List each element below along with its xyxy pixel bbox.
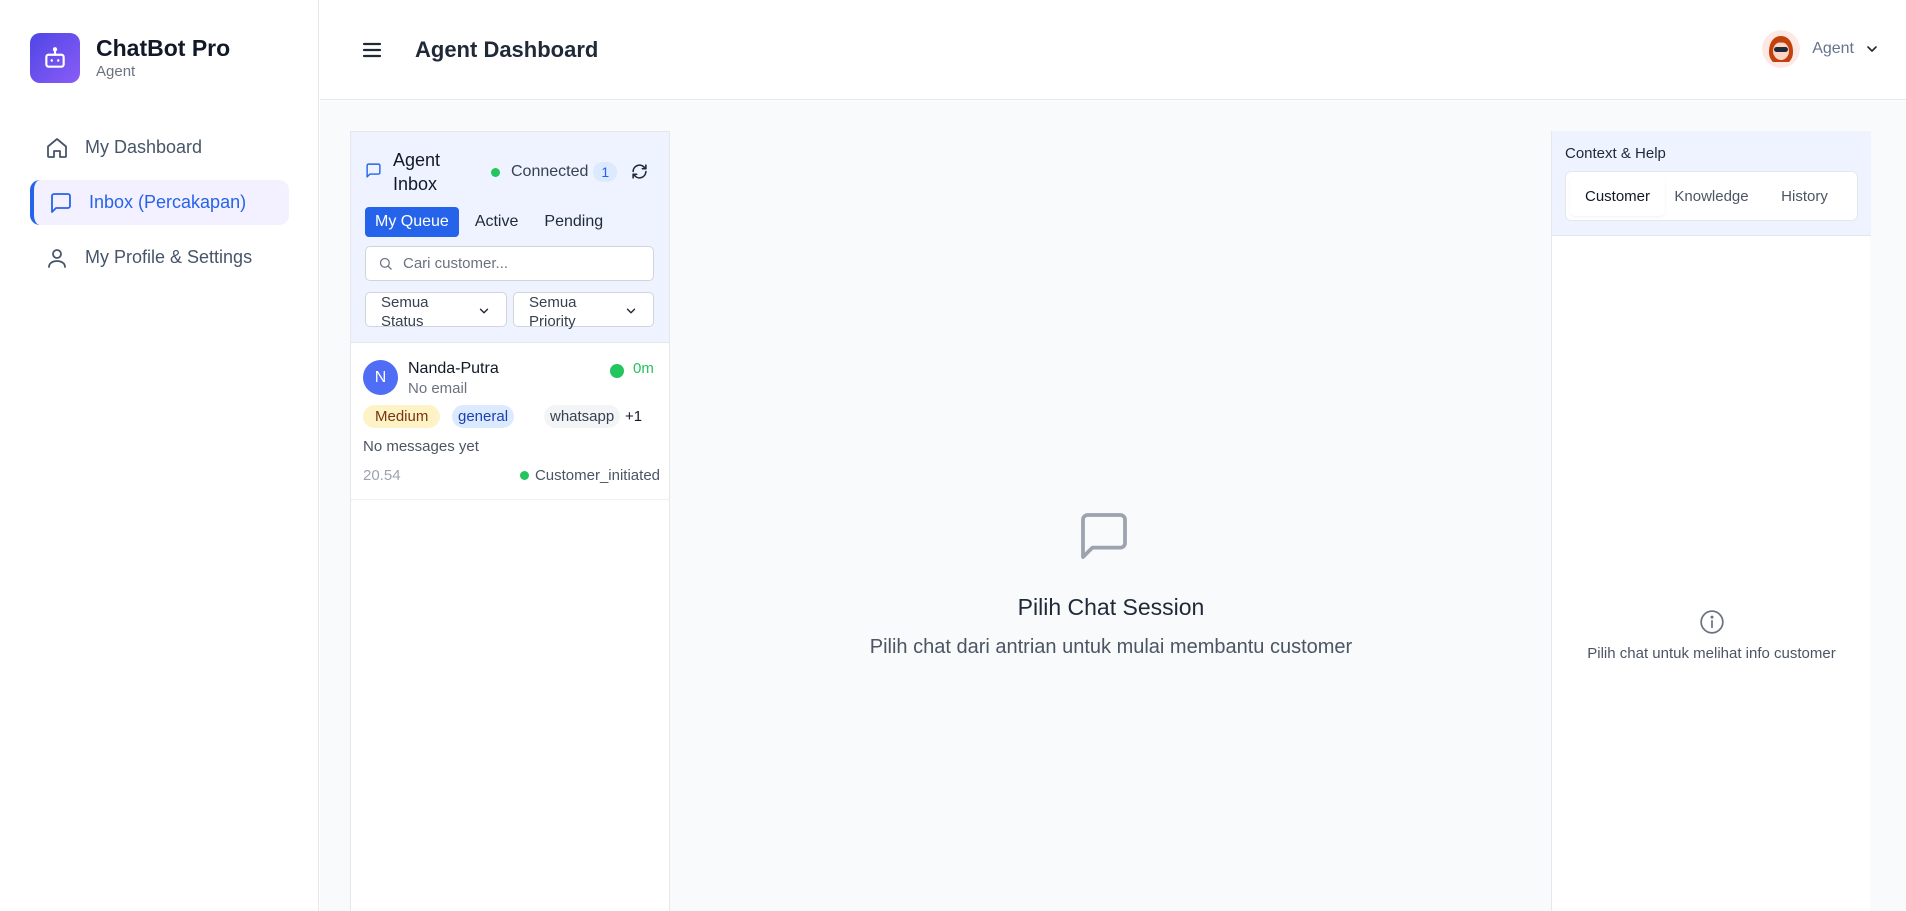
agent-inbox-panel: Agent Inbox Connected 1 My Queue Active … xyxy=(350,131,670,911)
sidebar-item-label: Inbox (Percakapan) xyxy=(89,192,247,212)
chevron-down-icon xyxy=(1864,41,1880,57)
more-tags-count: +1 xyxy=(625,408,643,425)
user-icon xyxy=(44,245,70,271)
chat-empty-state: Pilih Chat Session Pilih chat dari antri… xyxy=(671,101,1551,911)
chat-bubble-icon xyxy=(48,190,74,216)
refresh-icon[interactable] xyxy=(631,163,648,180)
list-item[interactable]: N Nanda-Putra No email 0m Medium general… xyxy=(351,344,669,500)
wait-time: 0m xyxy=(633,360,654,377)
hamburger-menu-icon[interactable] xyxy=(360,38,384,62)
status-dot xyxy=(519,471,529,480)
customer-name: Nanda-Putra xyxy=(408,360,499,377)
user-name: Agent xyxy=(1812,40,1854,57)
status-filter-select[interactable]: Semua Status xyxy=(365,292,507,330)
context-empty-text: Pilih chat untuk melihat info customer xyxy=(1587,645,1836,662)
context-tabs: Customer Knowledge History xyxy=(1565,171,1858,221)
chevron-down-icon xyxy=(477,304,491,318)
main-content: Agent Inbox Connected 1 My Queue Active … xyxy=(320,101,1906,911)
status-filter-value: Semua Status xyxy=(381,294,429,330)
sidebar-item-profile[interactable]: My Profile & Settings xyxy=(30,235,289,280)
tab-customer[interactable]: Customer xyxy=(1570,176,1665,216)
brand[interactable]: ChatBot Pro Agent xyxy=(30,33,230,83)
chat-bubble-icon xyxy=(365,162,382,179)
customer-avatar: N xyxy=(363,360,398,395)
session-state: Customer_initiated xyxy=(519,467,660,484)
sidebar-item-dashboard[interactable]: My Dashboard xyxy=(30,125,289,170)
context-title: Context & Help xyxy=(1565,145,1666,162)
home-icon xyxy=(44,135,70,161)
sidebar-item-label: My Dashboard xyxy=(85,137,203,157)
context-help-panel: Context & Help Customer Knowledge Histor… xyxy=(1551,131,1871,911)
sidebar-item-inbox[interactable]: Inbox (Percakapan) xyxy=(30,180,289,225)
empty-state-title: Pilih Chat Session xyxy=(1017,594,1205,620)
empty-state-subtitle: Pilih chat dari antrian untuk mulai memb… xyxy=(869,636,1353,658)
tab-history[interactable]: History xyxy=(1758,176,1851,216)
page-title: Agent Dashboard xyxy=(415,37,599,62)
info-icon xyxy=(1699,609,1725,635)
inbox-title: Agent Inbox xyxy=(393,150,441,194)
connection-label: Connected xyxy=(511,163,589,180)
chat-bubble-icon xyxy=(1076,508,1132,564)
session-state-label: Customer_initiated xyxy=(534,467,660,484)
tab-pending[interactable]: Pending xyxy=(534,207,613,237)
inbox-tabs: My Queue Active Pending xyxy=(365,207,619,237)
search-input[interactable] xyxy=(403,255,633,272)
category-badge: general xyxy=(452,405,515,428)
priority-badge: Medium xyxy=(363,405,441,428)
sidebar: ChatBot Pro Agent My Dashboard Inbox (Pe… xyxy=(0,0,319,911)
status-dot xyxy=(491,167,500,177)
top-header: Agent Dashboard Agent xyxy=(320,0,1906,100)
tab-my-queue[interactable]: My Queue xyxy=(365,207,459,237)
inbox-header: Agent Inbox Connected 1 My Queue Active … xyxy=(351,132,669,343)
avatar xyxy=(1762,30,1801,68)
queue-count-badge: 1 xyxy=(593,162,618,182)
brand-name: ChatBot Pro xyxy=(96,35,231,61)
tab-active[interactable]: Active xyxy=(465,207,529,237)
chevron-down-icon xyxy=(624,304,638,318)
search-box xyxy=(365,246,654,281)
user-menu[interactable]: Agent xyxy=(1762,30,1880,68)
channel-badge: whatsapp xyxy=(544,405,621,428)
sidebar-item-label: My Profile & Settings xyxy=(85,247,253,267)
tab-knowledge[interactable]: Knowledge xyxy=(1665,176,1758,216)
priority-filter-value: Semua Priority xyxy=(529,294,577,330)
online-indicator xyxy=(610,364,624,378)
context-header: Context & Help Customer Knowledge Histor… xyxy=(1552,131,1871,236)
timestamp: 20.54 xyxy=(363,467,401,484)
message-preview: No messages yet xyxy=(363,438,479,455)
customer-email: No email xyxy=(408,380,468,397)
brand-role: Agent xyxy=(96,63,136,80)
connection-status: Connected 1 xyxy=(491,162,618,182)
search-icon xyxy=(378,256,393,271)
robot-icon xyxy=(30,33,80,83)
priority-filter-select[interactable]: Semua Priority xyxy=(513,292,654,330)
